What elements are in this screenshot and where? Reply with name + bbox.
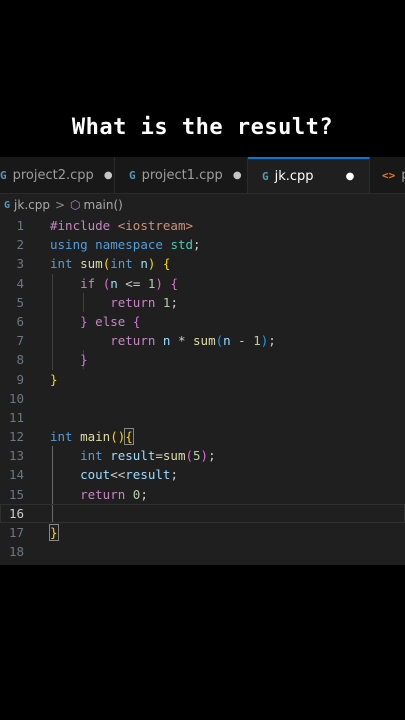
- unsaved-dot-icon: ●: [232, 169, 242, 181]
- code-line: 15 return 0;: [0, 485, 405, 504]
- code-text: #include <iostream>: [50, 218, 194, 233]
- line-number: 11: [8, 409, 24, 425]
- line-number: 1: [16, 218, 24, 233]
- code-line-current[interactable]: 16: [0, 503, 405, 523]
- line-number: 13: [8, 448, 24, 464]
- cube-symbol-icon: ⬡: [70, 198, 81, 212]
- line-number: 17: [8, 525, 24, 540]
- tab-bar: G project2.cpp ● G project1.cpp ● G jk.c…: [0, 157, 405, 194]
- tab-label: p: [401, 168, 405, 183]
- line-number: 2: [16, 237, 24, 253]
- code-text: int main(){: [50, 428, 134, 446]
- code-line: 5 return 1;: [0, 293, 405, 312]
- tab-label: jk.cpp: [274, 168, 314, 184]
- line-number: 5: [16, 294, 24, 310]
- line-number: 8: [16, 352, 24, 368]
- line-number: 3: [16, 256, 24, 272]
- unsaved-dot-icon: ●: [103, 169, 113, 181]
- tab-project1-cpp[interactable]: G project1.cpp ●: [115, 157, 248, 193]
- tab-jk-cpp[interactable]: G jk.cpp ●: [248, 157, 370, 193]
- line-number: 14: [8, 467, 24, 483]
- code-line: 10: [0, 389, 405, 408]
- code-line: 8 }: [0, 350, 405, 369]
- code-line: 1 #include <iostream>: [0, 216, 405, 235]
- line-number: 4: [16, 275, 24, 291]
- code-text: } else {: [80, 313, 141, 329]
- code-editor: G project2.cpp ● G project1.cpp ● G jk.c…: [0, 157, 405, 565]
- code-line: 13 int result=sum(5);: [0, 446, 405, 465]
- unsaved-dot-icon: ●: [345, 170, 355, 182]
- tab-label: project1.cpp: [141, 167, 223, 183]
- code-text: int sum(int n) {: [50, 256, 171, 272]
- code-line: 11: [0, 408, 405, 427]
- code-line: 14 cout<<result;: [0, 465, 405, 484]
- question-caption: What is the result?: [71, 115, 334, 140]
- line-number: 15: [8, 486, 24, 502]
- code-line: 3 int sum(int n) {: [0, 254, 405, 273]
- cpp-file-icon: G: [4, 199, 11, 211]
- cpp-file-icon: G: [262, 169, 269, 183]
- code-file-icon: <>: [382, 168, 396, 182]
- tab-partial[interactable]: <> p: [370, 157, 405, 193]
- line-number: 6: [16, 313, 24, 329]
- breadcrumb-file[interactable]: jk.cpp: [14, 198, 50, 212]
- code-text: return 0;: [80, 486, 148, 502]
- line-number: 16: [8, 505, 24, 521]
- line-number: 9: [16, 371, 24, 387]
- tab-label: project2.cpp: [12, 167, 94, 183]
- tab-project2-cpp[interactable]: G project2.cpp ●: [0, 157, 115, 193]
- code-line: 12 int main(){: [0, 427, 405, 446]
- code-text: return n * sum(n - 1);: [110, 333, 276, 349]
- code-text: if (n <= 1) {: [80, 275, 178, 291]
- chevron-right-icon: >: [54, 198, 66, 212]
- line-number: 10: [8, 390, 24, 406]
- code-text: }: [80, 352, 88, 368]
- line-number: 18: [8, 544, 24, 560]
- cpp-file-icon: G: [129, 168, 136, 182]
- code-text: }: [50, 371, 58, 387]
- code-line: 7 return n * sum(n - 1);: [0, 331, 405, 350]
- code-area[interactable]: 1 #include <iostream> 2 using namespace st…: [0, 216, 405, 561]
- code-text: int result=sum(5);: [80, 448, 216, 464]
- code-text: }: [49, 524, 59, 541]
- code-text: cout<<result;: [80, 467, 178, 483]
- line-number: 7: [16, 333, 24, 349]
- line-number: 12: [8, 429, 24, 445]
- cpp-file-icon: G: [0, 168, 7, 182]
- code-line: 9}: [0, 370, 405, 389]
- code-line: 4 if (n <= 1) {: [0, 274, 405, 293]
- breadcrumb-symbol[interactable]: main(): [84, 198, 123, 212]
- code-line: 2 using namespace std;: [0, 235, 405, 254]
- code-text: return 1;: [110, 294, 178, 310]
- code-line: 17}: [0, 523, 405, 542]
- code-text: using namespace std;: [50, 237, 201, 253]
- breadcrumb: G jk.cpp > ⬡ main(): [0, 194, 405, 216]
- code-line: 6 } else {: [0, 312, 405, 331]
- code-line: 18: [0, 542, 405, 561]
